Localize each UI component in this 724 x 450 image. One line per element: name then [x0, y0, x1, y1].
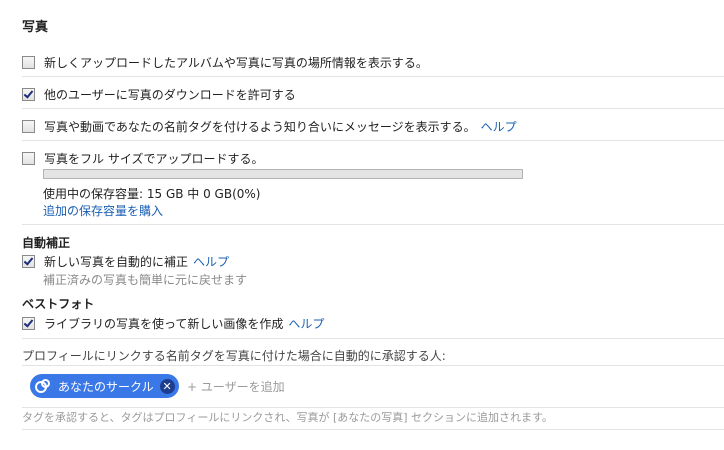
storage-usage-text: 使用中の保存容量: 15 GB 中 0 GB(0%) [43, 187, 261, 201]
name-tag-message-checkbox[interactable] [22, 120, 35, 133]
auto-enhance-title: 自動補正 [22, 236, 71, 250]
auto-enhance-option[interactable]: 新しい写真を自動的に補正 ヘルプ [22, 253, 229, 270]
allow-download-checkbox[interactable] [22, 88, 35, 101]
full-size-upload-label: 写真をフル サイズでアップロードする。 [44, 152, 264, 166]
divider [22, 76, 724, 77]
best-photo-title: ベストフォト [22, 297, 95, 311]
divider [22, 108, 724, 109]
best-photo-option[interactable]: ライブラリの写真を使って新しい画像を作成 ヘルプ [22, 315, 324, 332]
best-photo-help-link[interactable]: ヘルプ [288, 315, 324, 332]
photo-settings-panel: 写真 新しくアップロードしたアルバムや写真に写真の場所情報を表示する。 他のユー… [0, 0, 724, 450]
buy-storage-link[interactable]: 追加の保存容量を購入 [43, 202, 163, 219]
add-user-input[interactable]: + ユーザーを追加 [187, 378, 285, 395]
divider [22, 338, 724, 339]
name-tag-message-option[interactable]: 写真や動画であなたの名前タグを付けるよう知り合いにメッセージを表示する。 ヘルプ [22, 118, 517, 135]
auto-enhance-label: 新しい写真を自動的に補正 [44, 255, 189, 269]
storage-usage-bar [43, 169, 523, 179]
circle-chip-label: あなたのサークル [58, 379, 154, 394]
tag-approval-footer: タグを承認すると、タグはプロフィールにリンクされ、写真が [あなたの写真] セク… [22, 411, 553, 424]
best-photo-label: ライブラリの写真を使って新しい画像を作成 [44, 317, 284, 331]
circle-chip[interactable]: あなたのサークル ✕ [30, 374, 179, 398]
tag-approval-label: プロフィールにリンクする名前タグを写真に付けた場合に自動的に承認する人: [22, 349, 446, 363]
location-info-label: 新しくアップロードしたアルバムや写真に写真の場所情報を表示する。 [44, 56, 428, 70]
auto-enhance-help-link[interactable]: ヘルプ [193, 253, 229, 270]
location-info-checkbox[interactable] [22, 56, 35, 69]
full-size-upload-option[interactable]: 写真をフル サイズでアップロードする。 [22, 150, 263, 167]
name-tag-message-label: 写真や動画であなたの名前タグを付けるよう知り合いにメッセージを表示する。 [44, 120, 476, 134]
divider [22, 429, 724, 430]
close-icon[interactable]: ✕ [159, 378, 175, 394]
share-box[interactable]: あなたのサークル ✕ + ユーザーを追加 [22, 365, 724, 408]
circles-icon [34, 377, 52, 395]
full-size-upload-checkbox[interactable] [22, 152, 35, 165]
location-info-option[interactable]: 新しくアップロードしたアルバムや写真に写真の場所情報を表示する。 [22, 54, 428, 71]
name-tag-help-link[interactable]: ヘルプ [481, 118, 517, 135]
auto-enhance-note: 補正済みの写真も簡単に元に戻せます [43, 273, 248, 287]
allow-download-option[interactable]: 他のユーザーに写真のダウンロードを許可する [22, 86, 296, 103]
best-photo-checkbox[interactable] [22, 317, 35, 330]
auto-enhance-checkbox[interactable] [22, 255, 35, 268]
section-title: 写真 [22, 20, 49, 35]
allow-download-label: 他のユーザーに写真のダウンロードを許可する [44, 88, 296, 102]
divider [22, 224, 724, 225]
divider [22, 140, 724, 141]
